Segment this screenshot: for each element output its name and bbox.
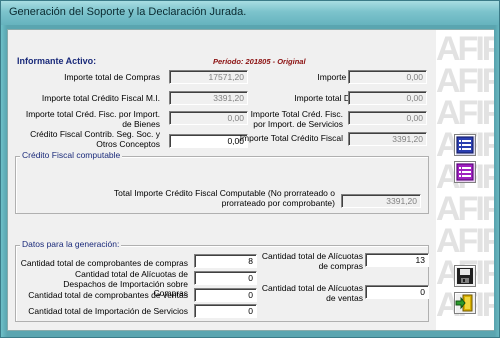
credito-mi-label: Importe total Crédito Fiscal M.I.: [41, 93, 160, 103]
watermark-panel: AFIP AFIP AFIP AFIP AFIP AFIP AFIP AFIP …: [436, 30, 494, 330]
title-bar[interactable]: Generación del Soporte y la Declaración …: [1, 1, 499, 25]
computable-label: Total Importe Crédito Fiscal Computable …: [113, 188, 335, 208]
afip-watermark-3: AFIP: [436, 94, 494, 132]
list-purple-button[interactable]: [454, 161, 476, 183]
comp-compras-field[interactable]: 8: [194, 254, 257, 268]
import-servicios-label: Importe Total Créd. Fisc. por Import. de…: [250, 109, 343, 129]
ventas-field: 0,00: [348, 70, 427, 84]
afip-watermark-7: AFIP: [436, 222, 494, 260]
debito-field: 0,00: [348, 91, 427, 105]
alic-ventas-label: Cantidad total de Alícuotas de ventas: [261, 283, 363, 303]
alic-compras-label: Cantidad total de Alícuotas de compras: [261, 251, 363, 271]
seg-soc-label: Crédito Fiscal Contrib. Seg. Soc. y Otro…: [30, 129, 160, 149]
credito-mi-field: 3391,20: [169, 91, 248, 105]
import-serv-field[interactable]: 0: [194, 304, 257, 318]
generacion-title: Datos para la generación:: [20, 239, 122, 249]
exit-button[interactable]: [454, 292, 476, 314]
import-bienes-label: Importe total Créd. Fisc. por Import. de…: [25, 109, 160, 129]
alic-compras-field[interactable]: 13: [365, 253, 429, 267]
comp-ventas-label: Cantidad total de comprobantes de ventas: [28, 290, 188, 300]
import-bienes-field: 0,00: [169, 111, 248, 125]
total-credito-label: Importe Total Crédito Fiscal: [239, 133, 343, 143]
save-button[interactable]: [454, 265, 476, 287]
computable-field: 3391,20: [341, 194, 421, 208]
afip-watermark-1: AFIP: [436, 30, 494, 68]
list-purple-icon: [456, 163, 474, 181]
main-window: Generación del Soporte y la Declaración …: [0, 0, 500, 338]
afip-watermark-2: AFIP: [436, 62, 494, 100]
period-label: Período: 201805 - Original: [213, 57, 306, 66]
alic-ventas-field[interactable]: 0: [365, 285, 429, 299]
afip-watermark-6: AFIP: [436, 190, 494, 228]
import-serv-label: Cantidad total de Importación de Servici…: [28, 306, 188, 316]
list-blue-button[interactable]: [454, 134, 476, 156]
compras-label: Importe total de Compras: [64, 72, 160, 82]
save-icon: [457, 268, 473, 284]
list-blue-icon: [456, 136, 474, 154]
total-credito-field: 3391,20: [348, 132, 427, 146]
exit-icon: [455, 294, 473, 312]
import-servicios-field: 0,00: [348, 111, 427, 125]
informante-label: Informante Activo:: [17, 56, 97, 66]
compras-field: 17571,20: [169, 70, 248, 84]
comp-ventas-field[interactable]: 0: [194, 288, 257, 302]
window-title: Generación del Soporte y la Declaración …: [9, 6, 247, 18]
comp-compras-label: Cantidad total de comprobantes de compra…: [20, 258, 188, 268]
seg-soc-field[interactable]: 0,00: [169, 134, 248, 148]
computable-title: Crédito Fiscal computable: [20, 150, 123, 160]
alic-despachos-field[interactable]: 0: [194, 271, 257, 285]
client-area: AFIP AFIP AFIP AFIP AFIP AFIP AFIP AFIP …: [7, 29, 494, 331]
